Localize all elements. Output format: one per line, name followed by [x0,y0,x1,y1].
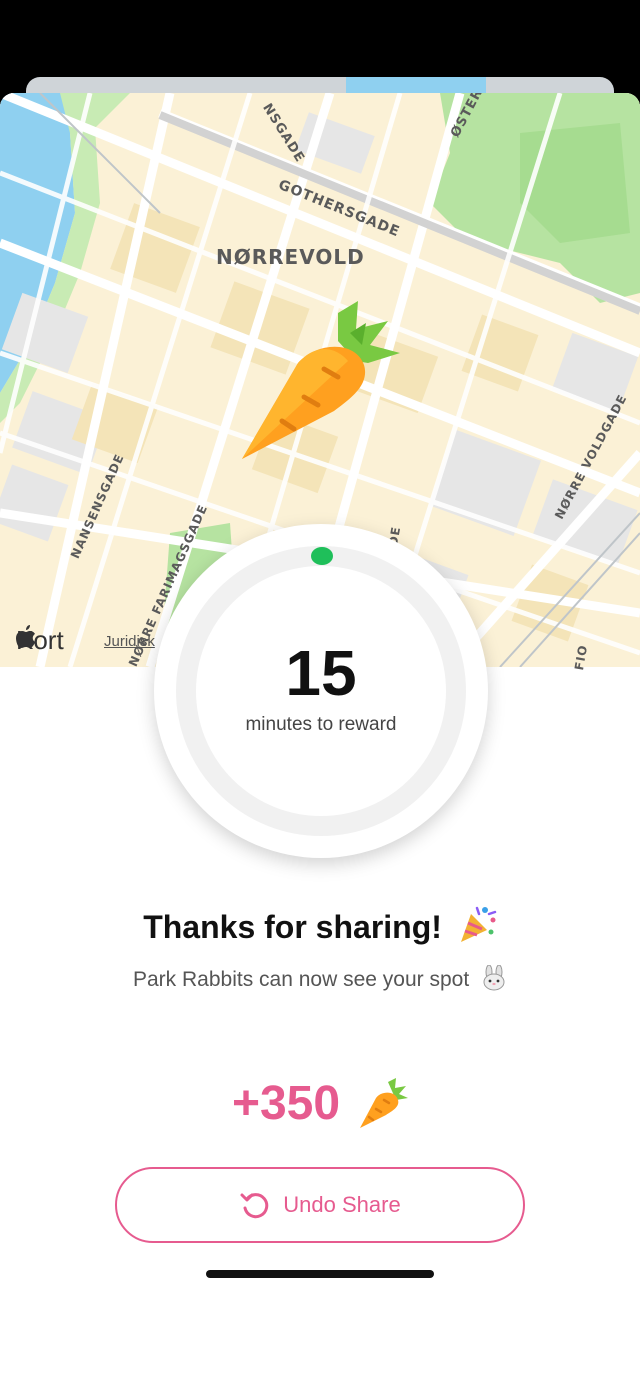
carrot-icon [360,1078,409,1128]
reward-amount: +350 [0,1073,640,1133]
timer-minutes-value: 15 [285,637,357,709]
share-subtitle: Park Rabbits can now see your spot [0,964,640,992]
timer-caption: minutes to reward [245,714,397,735]
apple-logo-icon [16,625,35,648]
reward-timer: 15 minutes to reward [154,524,488,858]
reward-points: +350 [231,1076,341,1130]
map-label-fio: FIO [572,643,591,672]
timer-progress-dot [311,547,333,565]
rabbit-icon [483,964,505,991]
undo-icon [240,1193,269,1219]
home-indicator[interactable] [206,1270,434,1278]
share-subtitle-text: Park Rabbits can now see your spot [132,968,470,991]
maps-legal-link[interactable]: Juridisk [104,633,155,650]
maps-attribution: Kort [16,625,64,656]
undo-share-button[interactable]: Undo Share [115,1167,525,1243]
thanks-title: Thanks for sharing! [0,904,640,946]
party-popper-icon [460,906,497,942]
share-confirmation-sheet: NØRREVOLD GOTHERSGADE NSGADE ØSTER NANSE… [0,93,640,1385]
map-label-district: NØRREVOLD [216,245,365,269]
undo-share-label: Undo Share [283,1192,401,1217]
thanks-title-text: Thanks for sharing! [143,909,442,945]
